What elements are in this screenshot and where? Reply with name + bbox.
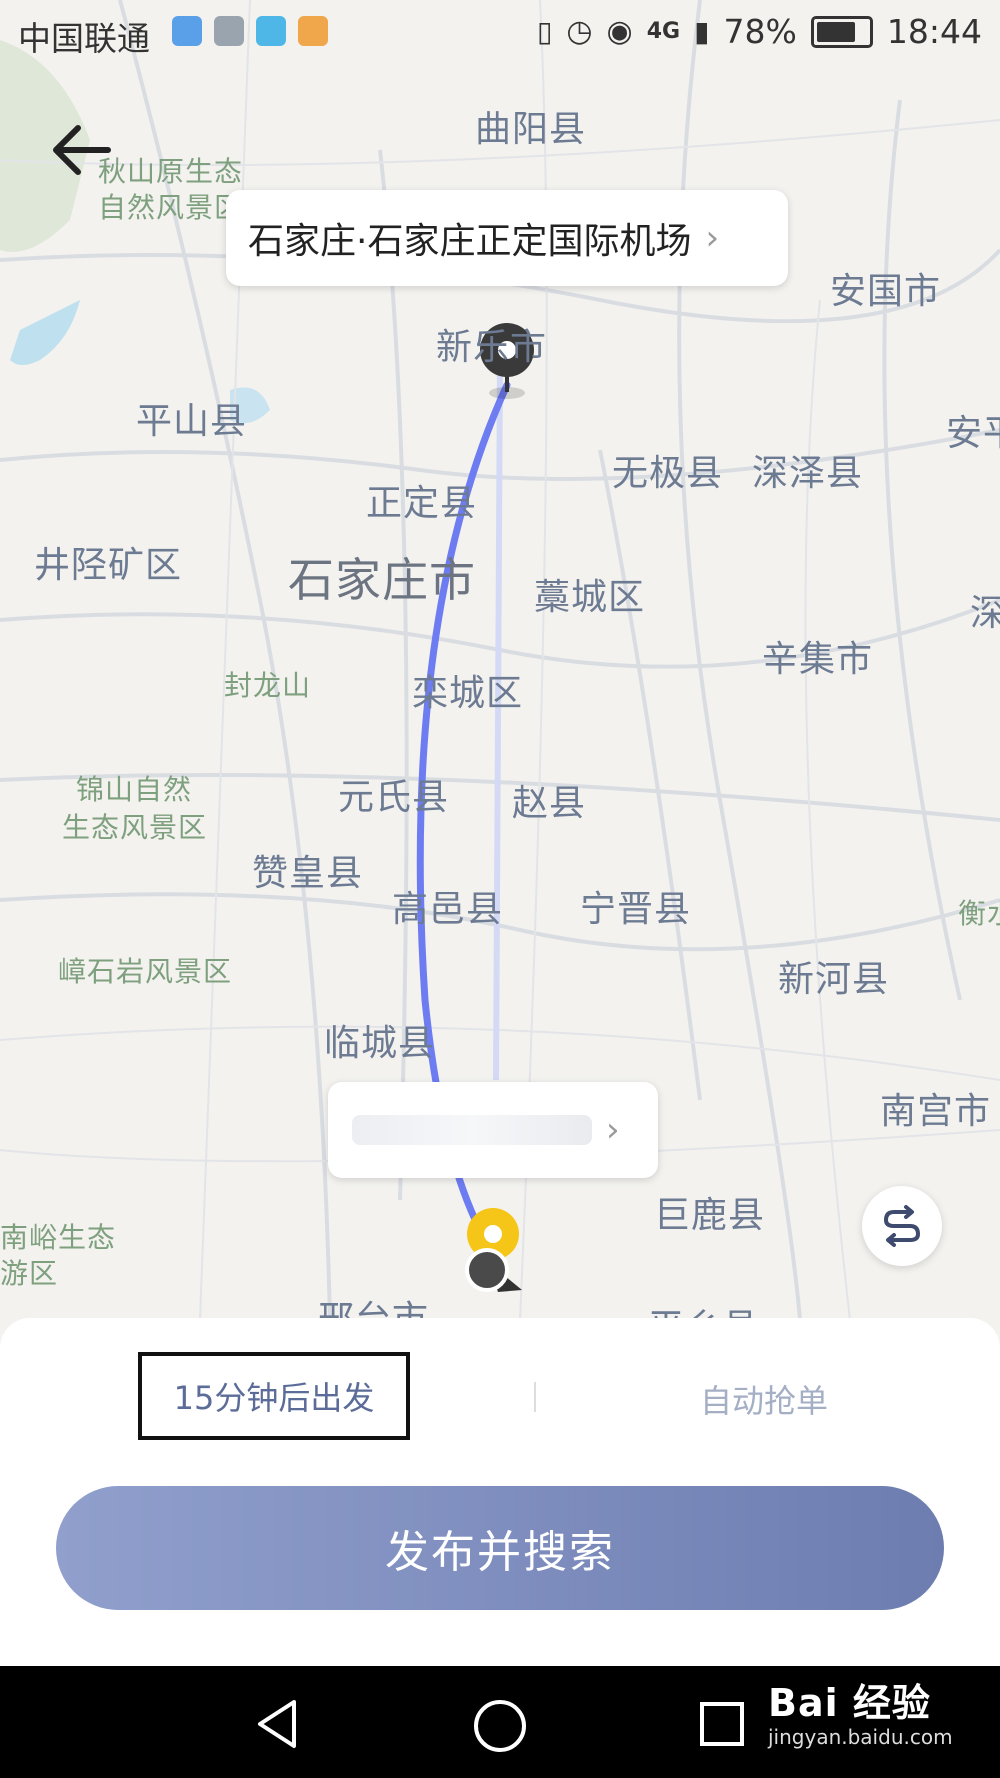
signal-icon: ▮ — [694, 15, 710, 48]
orange-app-icon — [298, 16, 328, 46]
map-label: 新河县 — [778, 959, 890, 1000]
map-label: 宁晋县 — [580, 889, 692, 930]
carrier-name: 中国联通 — [18, 19, 150, 58]
map-label: 游区 — [0, 1257, 59, 1290]
map-label: 嶂石岩风景区 — [58, 955, 233, 988]
destination-name: 石家庄·石家庄正定国际机场 — [248, 221, 692, 262]
gallery-app-icon — [214, 16, 244, 46]
chevron-right-icon: › — [606, 1110, 620, 1150]
network-type: 4G — [646, 19, 681, 44]
map-label: 安国市 — [830, 271, 942, 312]
map-label: 井陉矿区 — [34, 545, 183, 586]
map-label: 深泽县 — [752, 453, 864, 494]
watermark-url: jingyan.baidu.com — [768, 1725, 953, 1749]
alarm-icon: ◷ — [566, 14, 593, 49]
map-label: 元氏县 — [338, 777, 450, 818]
publish-and-search-button[interactable]: 发布并搜索 — [56, 1486, 944, 1610]
map-label: 封龙山 — [224, 669, 312, 702]
nav-recents-icon[interactable] — [698, 1700, 746, 1748]
departure-time-option[interactable]: 15分钟后出发 — [138, 1352, 410, 1440]
origin-callout[interactable]: › — [328, 1082, 658, 1178]
map-label: 生态风景区 — [62, 811, 208, 844]
map-label: 南峪生态 — [0, 1221, 117, 1254]
map-label: 秋山原生态 — [98, 155, 244, 188]
battery-icon — [810, 15, 873, 48]
map-label: 赵县 — [512, 783, 587, 824]
map-label: 巨鹿县 — [654, 1195, 766, 1236]
back-button[interactable] — [48, 120, 118, 180]
map-label: 南宫市 — [880, 1091, 992, 1132]
map-label: 石家庄市 — [288, 553, 476, 607]
map-label: 衡水 — [958, 897, 1000, 930]
status-right: ▯ ◷ ◉ 4G ▮ 78% 18:44 — [537, 12, 982, 51]
map-label: 平山县 — [136, 401, 248, 442]
map-label: 无极县 — [612, 453, 724, 494]
status-bar: 中国联通 ▯ ◷ ◉ 4G ▮ 78% 18:44 — [0, 0, 1000, 66]
watermark-main: Bai 经验 — [768, 1681, 931, 1725]
map-label: 栾城区 — [412, 673, 524, 714]
auto-grab-option[interactable]: 自动抢单 — [700, 1376, 828, 1422]
baidu-jingyan-watermark: Bai 经验 jingyan.baidu.com — [768, 1672, 953, 1749]
map-label: 赞皇县 — [252, 853, 364, 894]
chevron-right-icon: › — [705, 218, 720, 258]
destination-callout[interactable]: 石家庄·石家庄正定国际机场 › — [226, 190, 788, 286]
map-label: 锦山自然 — [76, 773, 193, 806]
swap-route-icon — [883, 1205, 921, 1247]
battery-percent: 78% — [723, 12, 797, 51]
eye-icon: ◉ — [606, 14, 633, 49]
map-label: 藁城区 — [534, 577, 646, 618]
health-app-icon — [172, 16, 202, 46]
map-label: 临城县 — [324, 1023, 436, 1064]
map-label: 曲阳县 — [475, 109, 587, 150]
map-label: 自然风景区 — [98, 191, 244, 224]
map-label: 新乐市 — [436, 327, 548, 368]
map-label: 安平 — [946, 413, 1000, 454]
map-label: 深 — [970, 593, 1000, 634]
map-label: 辛集市 — [762, 639, 874, 680]
map-label: 高邑县 — [392, 889, 504, 930]
bottom-sheet: 15分钟后出发 自动抢单 发布并搜索 — [0, 1318, 1000, 1666]
vibrate-icon: ▯ — [536, 15, 553, 48]
nav-back-icon[interactable] — [252, 1698, 304, 1750]
swap-route-button[interactable] — [862, 1186, 942, 1266]
map-label: 正定县 — [366, 483, 478, 524]
send-app-icon — [256, 16, 286, 46]
clock: 18:44 — [886, 12, 982, 51]
nav-home-icon[interactable] — [472, 1698, 528, 1754]
notification-icons — [172, 16, 328, 46]
origin-name-blurred — [352, 1115, 592, 1145]
back-arrow-icon — [53, 125, 111, 175]
option-divider — [534, 1382, 536, 1412]
